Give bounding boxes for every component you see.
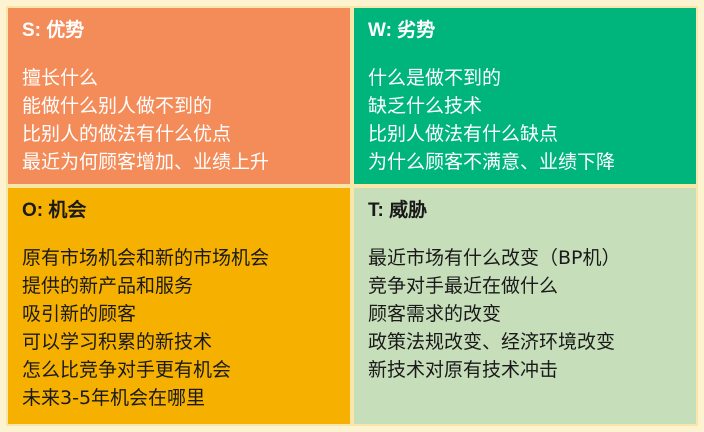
strengths-title: S: 优势 xyxy=(22,20,85,41)
threats-quadrant: T: 威胁 最近市场有什么改变（BP机） 竞争对手最近在做什么 顾客需求的改变 … xyxy=(352,186,698,426)
opportunities-quadrant: O: 机会 原有市场机会和新的市场机会 提供的新产品和服务 吸引新的顾客 可以学… xyxy=(6,186,352,426)
list-item: 顾客需求的改变 xyxy=(368,303,502,325)
list-item: 可以学习积累的新技术 xyxy=(22,331,213,353)
list-item: 怎么比竞争对手更有机会 xyxy=(22,359,232,381)
weaknesses-list: 什么是做不到的 缺乏什么技术 比别人做法有什么缺点 为什么顾客不满意、业绩下降 xyxy=(368,64,682,176)
list-item: 原有市场机会和新的市场机会 xyxy=(22,247,270,269)
weaknesses-title: W: 劣势 xyxy=(368,20,436,41)
list-item: 未来3-5年机会在哪里 xyxy=(22,387,206,409)
list-item: 政策法规改变、经济环境改变 xyxy=(368,331,616,353)
list-item: 比别人做法有什么缺点 xyxy=(368,123,559,145)
weaknesses-quadrant: W: 劣势 什么是做不到的 缺乏什么技术 比别人做法有什么缺点 为什么顾客不满意… xyxy=(352,6,698,186)
list-item: 缺乏什么技术 xyxy=(368,95,483,117)
list-item: 吸引新的顾客 xyxy=(22,303,137,325)
list-item: 最近为何顾客增加、业绩上升 xyxy=(22,151,270,173)
opportunities-title: O: 机会 xyxy=(22,200,87,221)
list-item: 比别人的做法有什么优点 xyxy=(22,123,232,145)
swot-grid: S: 优势 擅长什么 能做什么别人做不到的 比别人的做法有什么优点 最近为何顾客… xyxy=(0,0,704,432)
strengths-list: 擅长什么 能做什么别人做不到的 比别人的做法有什么优点 最近为何顾客增加、业绩上… xyxy=(22,64,336,176)
list-item: 能做什么别人做不到的 xyxy=(22,95,213,117)
list-item: 竞争对手最近在做什么 xyxy=(368,275,559,297)
threats-list: 最近市场有什么改变（BP机） 竞争对手最近在做什么 顾客需求的改变 政策法规改变… xyxy=(368,244,682,384)
opportunities-list: 原有市场机会和新的市场机会 提供的新产品和服务 吸引新的顾客 可以学习积累的新技… xyxy=(22,244,336,412)
list-item: 什么是做不到的 xyxy=(368,67,502,89)
list-item: 最近市场有什么改变（BP机） xyxy=(368,247,621,269)
list-item: 新技术对原有技术冲击 xyxy=(368,359,559,381)
threats-title: T: 威胁 xyxy=(368,200,428,221)
list-item: 为什么顾客不满意、业绩下降 xyxy=(368,151,616,173)
list-item: 提供的新产品和服务 xyxy=(22,275,194,297)
strengths-quadrant: S: 优势 擅长什么 能做什么别人做不到的 比别人的做法有什么优点 最近为何顾客… xyxy=(6,6,352,186)
list-item: 擅长什么 xyxy=(22,67,99,89)
